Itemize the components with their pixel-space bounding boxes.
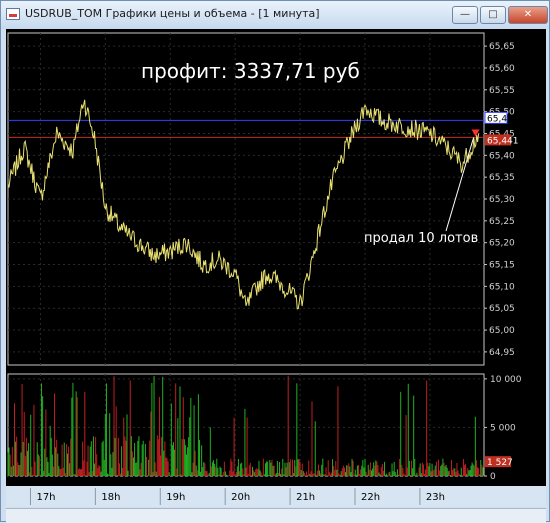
close-button[interactable]: ✕ <box>508 6 548 24</box>
red-level-label: 65,441 <box>487 136 519 146</box>
price-tick-label: 65,00 <box>489 326 515 336</box>
price-tick-label: 65,15 <box>489 261 515 271</box>
price-tick-label: 65,05 <box>489 304 515 314</box>
horizontal-scrollbar[interactable] <box>6 508 546 523</box>
time-axis-strip <box>6 486 546 507</box>
volume-panel-frame <box>7 373 485 477</box>
close-icon: ✕ <box>523 9 533 20</box>
time-tick-label: 17h <box>36 492 55 503</box>
chart-area[interactable]: 65,6565,6065,5565,5065,4565,4065,3565,30… <box>6 29 546 507</box>
minimize-icon: — <box>460 9 470 20</box>
price-series-line <box>7 99 480 310</box>
price-tick-label: 65,35 <box>489 173 515 183</box>
price-tick-label: 65,60 <box>489 64 515 74</box>
price-grid <box>8 33 484 476</box>
price-tick-label: 65,20 <box>489 239 515 249</box>
volume-tick-label: 0 <box>490 472 496 482</box>
minimize-button[interactable]: — <box>452 6 478 24</box>
price-tick-label: 65,40 <box>489 151 515 161</box>
title-bar[interactable]: USDRUB_TOM Графики цены и объема - [1 ми… <box>1 1 549 29</box>
blue-level-label: 65,48 <box>487 114 513 124</box>
volume-bars <box>7 375 485 476</box>
volume-grid <box>8 378 484 477</box>
window-title: USDRUB_TOM Графики цены и объема - [1 ми… <box>25 7 320 20</box>
time-tick-label: 20h <box>231 492 250 503</box>
sell-annotation-arrow <box>445 137 475 232</box>
app-icon <box>6 8 20 20</box>
price-tick-label: 65,65 <box>489 42 515 52</box>
price-tick-label: 65,25 <box>489 217 515 227</box>
price-volume-chart[interactable]: 65,6565,6065,5565,5065,4565,4065,3565,30… <box>6 29 546 507</box>
price-tick-label: 65,10 <box>489 282 515 292</box>
sold-annotation: продал 10 лотов <box>364 231 478 246</box>
price-axis-ticks: 65,6565,6065,5565,5065,4565,4065,3565,30… <box>484 42 515 358</box>
time-tick-label: 23h <box>426 492 445 503</box>
chart-window: USDRUB_TOM Графики цены и объема - [1 ми… <box>0 0 550 523</box>
volume-current-label: 1 527 <box>487 458 513 468</box>
profit-annotation: профит: 3337,71 руб <box>141 59 360 83</box>
maximize-icon: □ <box>488 9 498 20</box>
price-tick-label: 64,95 <box>489 348 515 358</box>
time-tick-label: 21h <box>296 492 315 503</box>
price-tick-label: 65,55 <box>489 86 515 96</box>
volume-tick-label: 5 000 <box>490 423 516 433</box>
time-tick-label: 22h <box>361 492 380 503</box>
time-tick-label: 19h <box>166 492 185 503</box>
price-tick-label: 65,30 <box>489 195 515 205</box>
volume-tick-label: 10 000 <box>490 375 522 385</box>
maximize-button[interactable]: □ <box>480 6 506 24</box>
time-tick-label: 18h <box>101 492 120 503</box>
